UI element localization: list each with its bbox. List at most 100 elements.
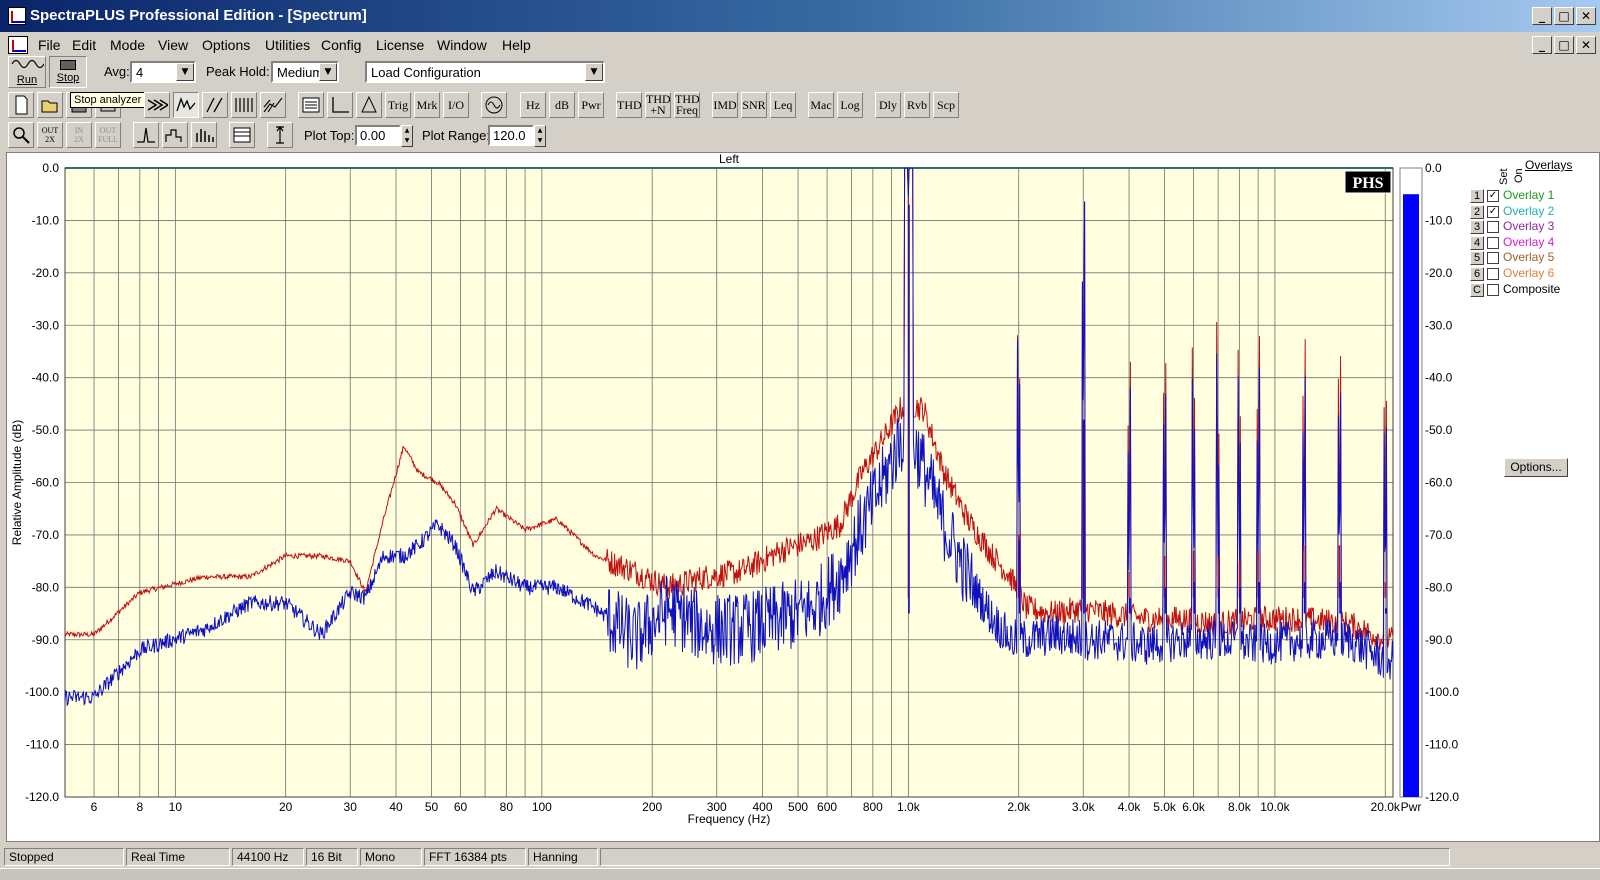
menu-options[interactable]: Options xyxy=(202,37,250,53)
menu-mode[interactable]: Mode xyxy=(110,37,145,53)
zoom-button[interactable] xyxy=(8,122,34,148)
stop-button[interactable]: Stop xyxy=(49,56,87,88)
mdi-minimize-button[interactable]: _ xyxy=(1532,36,1552,54)
run-label: Run xyxy=(16,74,38,86)
overlay-set-button[interactable]: 5 xyxy=(1470,251,1484,266)
zoom-in-2x-button[interactable]: IN 2X xyxy=(66,122,92,148)
overlay-set-button[interactable]: 4 xyxy=(1470,235,1484,250)
plot-range-spinner[interactable]: ▲ ▼ xyxy=(534,125,546,147)
io-button[interactable]: I/O xyxy=(443,92,469,118)
spectrum-view-button[interactable] xyxy=(173,92,199,118)
avg-select[interactable]: 4 ▼ xyxy=(130,61,196,83)
minimize-button[interactable]: _ xyxy=(1532,7,1552,25)
octave-button[interactable] xyxy=(162,122,188,148)
overlay-checkbox[interactable] xyxy=(1487,252,1499,265)
mdi-close-button[interactable]: ✕ xyxy=(1576,36,1596,54)
maximize-button[interactable]: □ xyxy=(1554,7,1574,25)
bar-graph-button[interactable] xyxy=(191,122,217,148)
overlay-checkbox[interactable]: ✓ xyxy=(1487,205,1499,218)
config-select[interactable]: Load Configuration ▼ xyxy=(365,61,605,83)
y-tick-label-right: -110.0 xyxy=(1425,738,1458,752)
3d-surface-button[interactable] xyxy=(260,92,286,118)
overlay-checkbox[interactable]: ✓ xyxy=(1487,190,1499,202)
plot-range-input[interactable]: 120.0 xyxy=(488,125,534,146)
time-series-icon xyxy=(206,97,223,113)
thd-freq-button[interactable]: THD Freq xyxy=(674,92,700,118)
open-file-button[interactable] xyxy=(37,92,63,118)
run-button[interactable]: Run xyxy=(8,56,46,88)
chevron-down-icon[interactable]: ▼ xyxy=(319,63,337,81)
spectrum-chart[interactable]: Left 0.0 0.0 -10.0 -10.0 -20.0 -20.0 -30.0 -30.0… xyxy=(7,153,1599,841)
signal-generator-button[interactable] xyxy=(481,92,507,118)
mdi-restore-button[interactable]: □ xyxy=(1554,36,1574,54)
y-tick-label: -120.0 xyxy=(25,790,59,804)
menu-window[interactable]: Window xyxy=(437,37,487,53)
display-setup-button[interactable] xyxy=(298,92,324,118)
power-meter-bar xyxy=(1403,194,1419,798)
table-button[interactable] xyxy=(229,122,255,148)
imd-button[interactable]: IMD xyxy=(712,92,738,118)
overlay-checkbox[interactable] xyxy=(1487,236,1499,249)
scp-button[interactable]: Scp xyxy=(933,92,959,118)
mrk-button[interactable]: Mrk xyxy=(414,92,440,118)
overlay-options-button[interactable]: Options... xyxy=(1504,458,1568,477)
menu-config[interactable]: Config xyxy=(321,37,361,53)
fast-forward-icon xyxy=(147,99,168,111)
mac-button[interactable]: Mac xyxy=(808,92,834,118)
overlay-checkbox[interactable] xyxy=(1487,283,1499,296)
spectrogram-button[interactable] xyxy=(231,92,257,118)
status-fft-size: FFT 16384 pts xyxy=(424,848,526,866)
time-series-button[interactable] xyxy=(202,92,228,118)
overlay-set-button[interactable]: 2 xyxy=(1470,204,1484,219)
x-tick-label: 6 xyxy=(91,800,98,814)
x-tick-label: 50 xyxy=(425,800,439,814)
menu-file[interactable]: File xyxy=(38,37,61,53)
x-tick-label: 4.0k xyxy=(1118,800,1142,814)
zoom-out-full-button[interactable]: OUT FULL xyxy=(95,122,121,148)
plot-top-spinner[interactable]: ▲ ▼ xyxy=(401,125,413,147)
overlay-set-button[interactable]: C xyxy=(1470,282,1484,297)
peak-hold-value: Medium xyxy=(277,65,324,80)
hz-button[interactable]: Hz xyxy=(520,92,546,118)
chevron-down-icon[interactable]: ▼ xyxy=(176,63,194,81)
dly-button[interactable]: Dly xyxy=(875,92,901,118)
fast-forward-button[interactable] xyxy=(144,92,170,118)
axis-button[interactable] xyxy=(327,92,353,118)
snr-button[interactable]: SNR xyxy=(741,92,767,118)
y-tick-label-right: -90.0 xyxy=(1425,633,1453,647)
leq-button[interactable]: Leq xyxy=(770,92,796,118)
spectrogram-icon xyxy=(235,98,253,112)
overlay-set-button[interactable]: 3 xyxy=(1470,220,1484,235)
y-tick-label: -100.0 xyxy=(25,685,59,699)
menu-license[interactable]: License xyxy=(376,37,424,53)
thd-button[interactable]: THD xyxy=(616,92,642,118)
menu-view[interactable]: View xyxy=(158,37,188,53)
document-icon[interactable] xyxy=(8,36,28,54)
overlay-set-button[interactable]: 6 xyxy=(1470,267,1484,281)
avg-label: Avg: xyxy=(104,64,130,79)
new-file-button[interactable] xyxy=(8,92,34,118)
menu-edit[interactable]: Edit xyxy=(72,37,96,53)
plot-top-input[interactable]: 0.00 xyxy=(355,125,401,146)
overlay-checkbox[interactable] xyxy=(1487,221,1499,234)
trig-button[interactable]: Trig xyxy=(385,92,411,118)
menu-help[interactable]: Help xyxy=(502,37,531,53)
thd-n-button[interactable]: THD +N xyxy=(645,92,671,118)
status-window: Hanning xyxy=(528,848,598,866)
y-tick-label: -80.0 xyxy=(32,580,60,594)
db-button[interactable]: dB xyxy=(549,92,575,118)
chevron-down-icon[interactable]: ▼ xyxy=(585,63,603,81)
close-button[interactable]: ✕ xyxy=(1576,7,1596,25)
pwr-button[interactable]: Pwr xyxy=(578,92,604,118)
zoom-out-2x-button[interactable]: OUT 2X xyxy=(37,122,63,148)
menu-utilities[interactable]: Utilities xyxy=(265,37,310,53)
peak-hold-select[interactable]: Medium ▼ xyxy=(271,61,339,83)
overlay-checkbox[interactable] xyxy=(1487,268,1499,280)
peak-button[interactable] xyxy=(133,122,159,148)
rvb-button[interactable]: Rvb xyxy=(904,92,930,118)
scale-button[interactable] xyxy=(267,122,293,148)
axis-icon xyxy=(332,97,349,113)
overlay-set-button[interactable]: 1 xyxy=(1470,189,1484,203)
tool-button[interactable] xyxy=(356,92,382,118)
log-button[interactable]: Log xyxy=(837,92,863,118)
